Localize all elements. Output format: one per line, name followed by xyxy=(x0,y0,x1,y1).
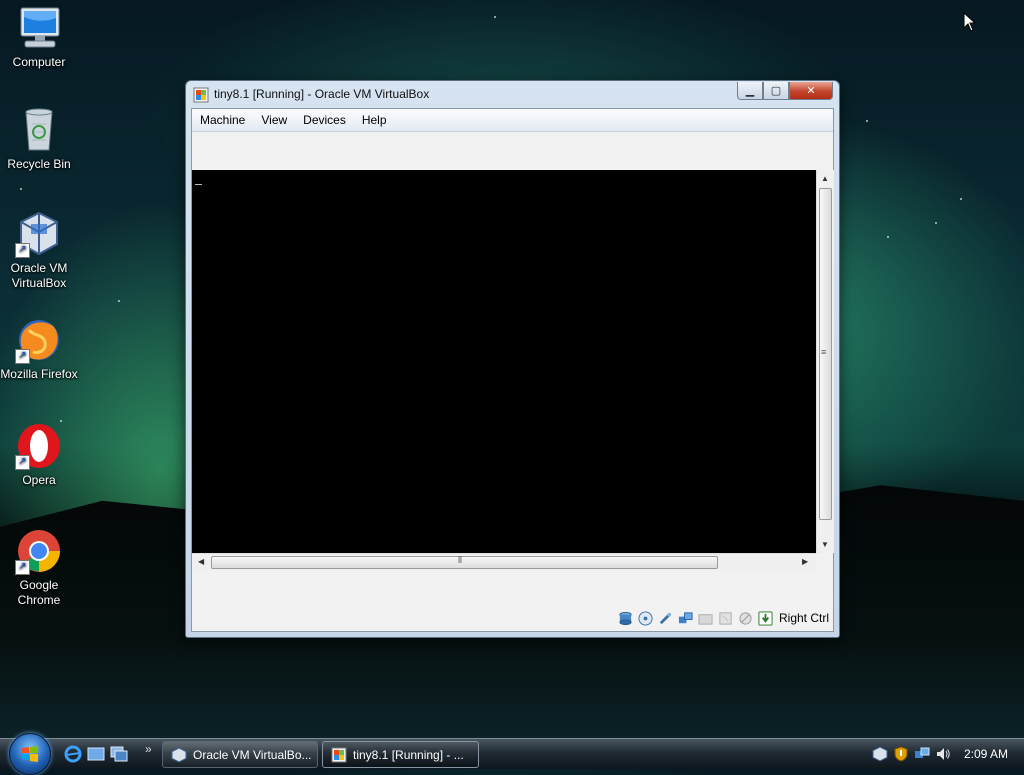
shortcut-arrow-icon: ↗ xyxy=(15,560,30,575)
scroll-right-icon[interactable]: ▶ xyxy=(802,557,808,566)
desktop-icon-label: Opera xyxy=(22,473,56,487)
scroll-left-icon[interactable]: ◀ xyxy=(198,557,204,566)
quick-launch-overflow-icon[interactable]: » xyxy=(145,742,152,756)
vm-status-bar: Right Ctrl xyxy=(618,609,829,627)
optical-drive-icon[interactable] xyxy=(638,610,653,626)
vm-running-icon xyxy=(193,87,209,103)
desktop-icon-label: Recycle Bin xyxy=(7,157,71,171)
shortcut-arrow-icon: ↗ xyxy=(15,349,30,364)
grip-icon: ≡ xyxy=(821,347,827,357)
menu-help[interactable]: Help xyxy=(354,109,395,131)
desktop-icon-opera[interactable]: ↗ Opera xyxy=(0,422,78,488)
menu-machine[interactable]: Machine xyxy=(192,109,253,131)
mouse-pointer-icon xyxy=(963,12,977,32)
video-capture-icon[interactable] xyxy=(738,611,753,626)
security-shield-icon[interactable] xyxy=(893,746,909,762)
display-icon[interactable] xyxy=(718,611,733,626)
network-icon[interactable] xyxy=(678,611,693,626)
taskbar-button-label: tiny8.1 [Running] - ... xyxy=(353,747,464,762)
keyboard-capture-icon[interactable] xyxy=(758,610,773,626)
taskbar-button-label: Oracle VM VirtualBo... xyxy=(193,747,312,762)
firefox-icon: ↗ xyxy=(15,316,63,364)
shared-folders-icon[interactable] xyxy=(698,611,713,626)
hard-disk-icon[interactable] xyxy=(618,611,633,626)
virtualbox-vm-window[interactable]: tiny8.1 [Running] - Oracle VM VirtualBox… xyxy=(185,80,840,638)
desktop-icon-computer[interactable]: Computer xyxy=(0,4,78,70)
scroll-down-icon[interactable]: ▼ xyxy=(821,540,829,549)
taskbar-button-virtualbox[interactable]: Oracle VM VirtualBo... xyxy=(162,741,318,768)
menu-devices[interactable]: Devices xyxy=(295,109,354,131)
windows-logo-icon xyxy=(22,746,38,762)
usb-icon[interactable] xyxy=(658,611,673,626)
desktop-icon-recycle-bin[interactable]: Recycle Bin xyxy=(0,106,78,172)
virtualbox-icon xyxy=(171,746,187,763)
desktop-icon-label: Google Chrome xyxy=(17,578,61,607)
vm-display[interactable] xyxy=(192,170,816,553)
scroll-up-icon[interactable]: ▲ xyxy=(821,174,829,183)
vm-running-icon xyxy=(331,747,347,762)
text-cursor xyxy=(195,184,202,185)
network-tray-icon[interactable] xyxy=(914,746,930,762)
desktop-icon-firefox[interactable]: ↗ Mozilla Firefox xyxy=(0,316,78,382)
taskbar-button-tiny81[interactable]: tiny8.1 [Running] - ... xyxy=(322,741,479,768)
desktop-icon-label: Mozilla Firefox xyxy=(0,367,78,381)
chrome-icon: ↗ xyxy=(15,527,63,575)
computer-icon xyxy=(15,4,63,52)
grip-icon: ⦀ xyxy=(458,555,462,565)
maximize-icon: ▢ xyxy=(770,85,782,97)
vertical-scroll-thumb[interactable]: ≡ xyxy=(819,188,832,520)
system-tray: 2:09 AM xyxy=(872,739,1024,769)
host-key-label: Right Ctrl xyxy=(778,611,829,625)
desktop-icon-label: Computer xyxy=(12,55,66,69)
shortcut-arrow-icon: ↗ xyxy=(15,455,30,470)
minimize-icon: ▁ xyxy=(745,85,755,97)
window-title-bar[interactable]: tiny8.1 [Running] - Oracle VM VirtualBox… xyxy=(186,81,839,107)
taskbar: » Oracle VM VirtualBo... tiny8.1 [Runnin… xyxy=(0,733,1024,775)
desktop-icon-label: Oracle VM VirtualBox xyxy=(10,261,68,290)
close-icon: ✕ xyxy=(806,85,816,97)
recycle-bin-icon xyxy=(15,106,63,154)
window-client-area: Machine View Devices Help ▲ ≡ ▼ ◀ ⦀ ▶ Ri… xyxy=(191,108,834,632)
menu-view[interactable]: View xyxy=(253,109,295,131)
minimize-button[interactable]: ▁ xyxy=(737,82,763,100)
horizontal-scroll-thumb[interactable]: ⦀ xyxy=(211,555,718,569)
internet-explorer-icon[interactable] xyxy=(64,745,82,763)
opera-icon: ↗ xyxy=(15,422,63,470)
menu-bar: Machine View Devices Help xyxy=(192,109,833,132)
virtualbox-tray-icon[interactable] xyxy=(872,746,888,762)
taskbar-clock[interactable]: 2:09 AM xyxy=(964,747,1008,761)
desktop-icon-chrome[interactable]: ↗ Google Chrome xyxy=(0,527,78,608)
close-button[interactable]: ✕ xyxy=(789,82,833,100)
desktop-icon-virtualbox[interactable]: ↗ Oracle VM VirtualBox xyxy=(0,210,78,291)
volume-icon[interactable] xyxy=(935,746,951,762)
show-desktop-icon[interactable] xyxy=(87,745,105,763)
virtualbox-icon: ↗ xyxy=(15,210,63,258)
maximize-button[interactable]: ▢ xyxy=(763,82,789,100)
window-title: tiny8.1 [Running] - Oracle VM VirtualBox xyxy=(214,87,430,101)
start-button[interactable] xyxy=(9,733,51,775)
shortcut-arrow-icon: ↗ xyxy=(15,243,30,258)
horizontal-scrollbar[interactable]: ◀ ⦀ ▶ xyxy=(192,553,816,571)
switch-windows-icon[interactable] xyxy=(110,745,128,763)
vertical-scrollbar[interactable]: ▲ ≡ ▼ xyxy=(816,170,834,553)
